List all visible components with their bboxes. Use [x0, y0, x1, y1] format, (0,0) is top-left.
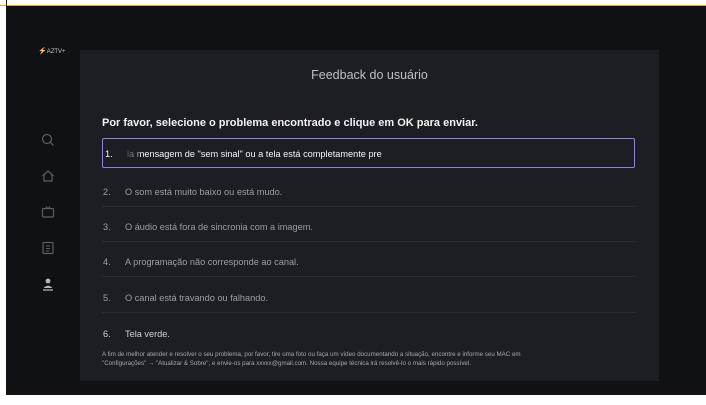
- search-icon[interactable]: [40, 132, 56, 148]
- option-label: Tela verde.: [125, 329, 170, 339]
- brand-name: AZTV+: [46, 49, 66, 55]
- marquee-fade-start: [122, 144, 140, 164]
- option-label: O som está muito baixo ou está mudo.: [125, 187, 283, 197]
- dialog-title: Feedback do usuário: [311, 68, 428, 82]
- option-number: 1.: [105, 149, 113, 159]
- option-label: la mensagem de "sem sinal" ou a tela est…: [127, 149, 382, 159]
- option-number: 3.: [103, 222, 111, 232]
- option-no-signal[interactable]: 1. la mensagem de "sem sinal" ou a tela …: [102, 138, 635, 168]
- option-wrong-program[interactable]: 4. A programação não corresponde ao cana…: [102, 247, 635, 277]
- bolt-icon: ⚡: [38, 48, 47, 55]
- option-number: 5.: [103, 293, 111, 303]
- guide-icon[interactable]: [40, 240, 56, 256]
- option-number: 2.: [103, 187, 111, 197]
- footer-line-2: "Configurações" → "Atualizar & Sobre", e…: [102, 360, 471, 367]
- tv-icon[interactable]: [40, 204, 56, 220]
- dialog-footer-note: A fim de melhor atender e resolver o seu…: [102, 350, 642, 368]
- option-label: O canal está travando ou falhando.: [125, 293, 269, 303]
- window-bottom-strip: [0, 395, 706, 405]
- option-label: O áudio está fora de sincronia com a ima…: [125, 222, 313, 232]
- user-icon[interactable]: [40, 276, 56, 292]
- home-icon[interactable]: [40, 168, 56, 184]
- option-number: 6.: [103, 329, 111, 339]
- feedback-dialog: Feedback do usuário Por favor, selecione…: [80, 50, 659, 381]
- marquee-fade-end: [478, 144, 504, 164]
- option-audio-sync[interactable]: 3. O áudio está fora de sincronia com a …: [102, 212, 635, 242]
- option-label: A programação não corresponde ao canal.: [125, 257, 299, 267]
- option-freezing[interactable]: 5. O canal está travando ou falhando.: [102, 283, 635, 313]
- footer-line-1: A fim de melhor atender e resolver o seu…: [102, 351, 521, 358]
- brand-logo: ⚡AZTV+: [38, 47, 66, 55]
- dialog-instruction: Por favor, selecione o problema encontra…: [102, 117, 478, 129]
- option-green-screen[interactable]: 6. Tela verde.: [102, 319, 635, 349]
- option-low-sound[interactable]: 2. O som está muito baixo ou está mudo.: [102, 177, 635, 207]
- tv-screen: ⚡AZTV+ Feedback do usuário Por favor, se…: [6, 6, 706, 395]
- option-number: 4.: [103, 257, 111, 267]
